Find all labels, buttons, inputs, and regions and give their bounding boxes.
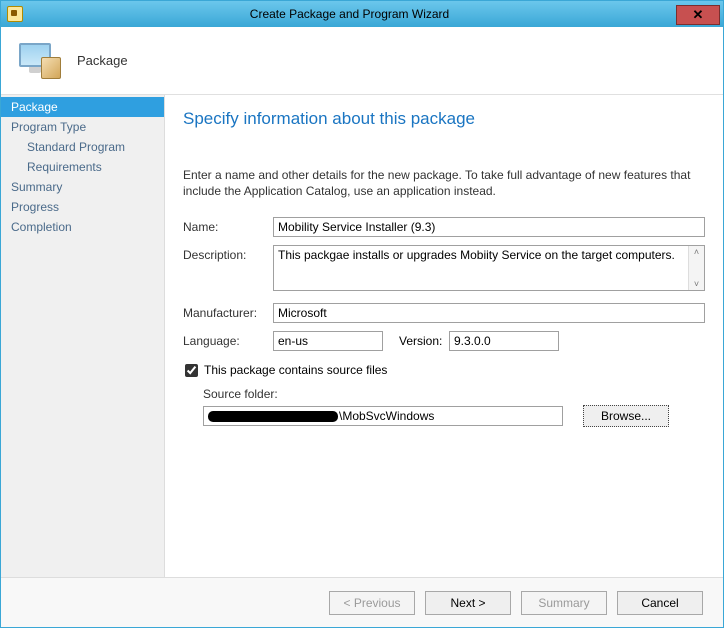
- page-heading: Specify information about this package: [183, 109, 705, 129]
- package-icon: [19, 39, 63, 83]
- window-close-button[interactable]: ✕: [676, 5, 720, 25]
- previous-button: < Previous: [329, 591, 415, 615]
- description-input[interactable]: [274, 246, 688, 290]
- version-label: Version:: [383, 331, 439, 348]
- page-instructions: Enter a name and other details for the n…: [183, 167, 705, 199]
- wizard-header-title: Package: [77, 53, 128, 68]
- wizard-content: Specify information about this package E…: [165, 95, 723, 577]
- cancel-button[interactable]: Cancel: [617, 591, 703, 615]
- browse-button[interactable]: Browse...: [583, 405, 669, 427]
- redacted-path-segment: [208, 411, 338, 422]
- wizard-steps-sidebar: Package Program Type Standard Program Re…: [1, 95, 165, 577]
- step-completion[interactable]: Completion: [1, 217, 164, 237]
- step-summary[interactable]: Summary: [1, 177, 164, 197]
- summary-button: Summary: [521, 591, 607, 615]
- source-files-label: This package contains source files: [204, 363, 387, 377]
- next-button[interactable]: Next >: [425, 591, 511, 615]
- app-icon: [7, 6, 23, 22]
- step-package[interactable]: Package: [1, 97, 164, 117]
- name-input[interactable]: [273, 217, 705, 237]
- step-progress[interactable]: Progress: [1, 197, 164, 217]
- source-folder-label: Source folder:: [203, 387, 705, 401]
- name-label: Name:: [183, 217, 273, 234]
- source-folder-path-text: \MobSvcWindows: [339, 409, 434, 423]
- description-scrollbar[interactable]: ˄ ˅: [688, 246, 704, 290]
- wizard-window: Create Package and Program Wizard ✕ Pack…: [0, 0, 724, 628]
- window-title: Create Package and Program Wizard: [23, 7, 676, 21]
- step-requirements[interactable]: Requirements: [1, 157, 164, 177]
- step-program-type[interactable]: Program Type: [1, 117, 164, 137]
- close-icon: ✕: [693, 7, 704, 23]
- language-input[interactable]: [273, 331, 383, 351]
- version-input[interactable]: [449, 331, 559, 351]
- wizard-body: Package Program Type Standard Program Re…: [1, 95, 723, 577]
- source-files-checkbox[interactable]: [185, 364, 198, 377]
- manufacturer-label: Manufacturer:: [183, 303, 273, 320]
- description-field: ˄ ˅: [273, 245, 705, 291]
- scroll-up-icon: ˄: [694, 247, 699, 257]
- description-label: Description:: [183, 245, 273, 262]
- source-folder-path: \MobSvcWindows: [203, 406, 563, 426]
- titlebar: Create Package and Program Wizard ✕: [1, 1, 723, 27]
- step-standard-program[interactable]: Standard Program: [1, 137, 164, 157]
- wizard-footer: < Previous Next > Summary Cancel: [1, 577, 723, 627]
- wizard-header: Package: [1, 27, 723, 95]
- language-label: Language:: [183, 331, 273, 348]
- manufacturer-input[interactable]: [273, 303, 705, 323]
- scroll-down-icon: ˅: [694, 279, 699, 289]
